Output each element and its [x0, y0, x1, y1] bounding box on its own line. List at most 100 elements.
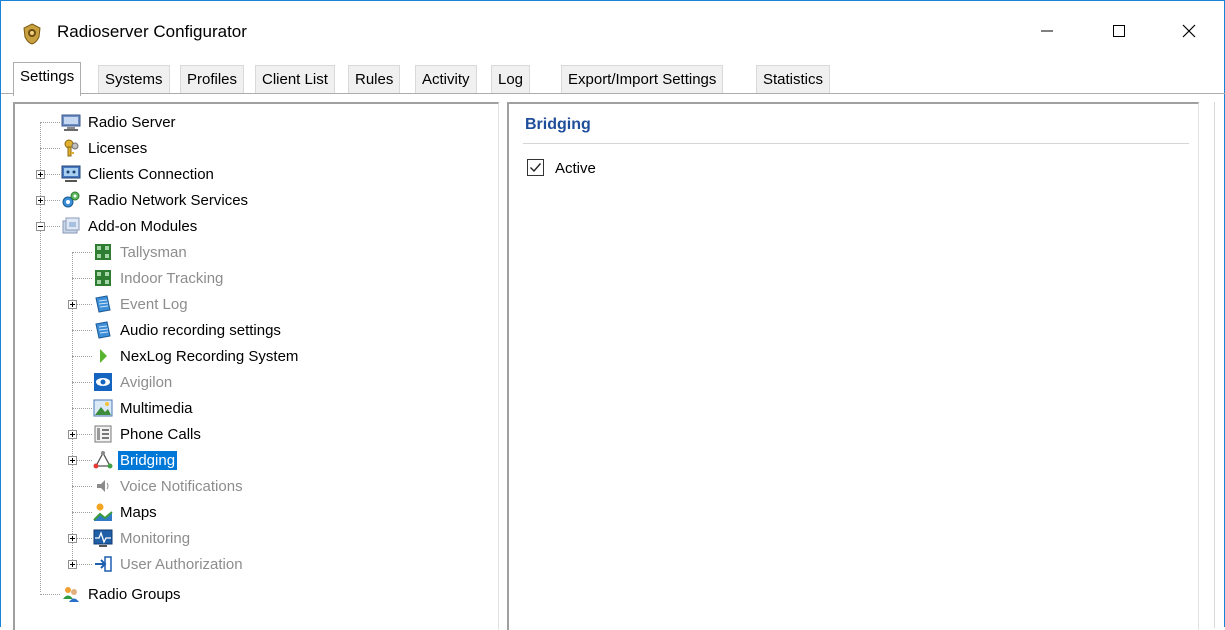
eye-icon [94, 373, 112, 391]
tree-item-bridging[interactable]: Bridging [93, 448, 178, 472]
expand-bridging[interactable] [68, 456, 77, 465]
tree-item-phone-calls[interactable]: Phone Calls [93, 422, 203, 446]
tree-item-add-on-modules[interactable]: Add-on Modules [61, 214, 199, 238]
tree-connector [72, 382, 92, 383]
expand-phone-calls[interactable] [68, 430, 77, 439]
tree-item-indoor-tracking[interactable]: Indoor Tracking [93, 266, 225, 290]
active-checkbox[interactable] [527, 159, 544, 176]
title-bar[interactable]: Radioserver Configurator [1, 1, 1224, 61]
tree-item-audio-recording-settings[interactable]: Audio recording settings [93, 318, 283, 342]
expand-event-log[interactable] [68, 300, 77, 309]
close-icon [1182, 24, 1196, 38]
tree-item-label: Multimedia [120, 399, 193, 417]
tree-item-label: Add-on Modules [88, 217, 198, 235]
network-icon [61, 165, 81, 182]
keys-icon [64, 139, 79, 157]
maximize-icon [1113, 25, 1125, 37]
tallysman-icon [95, 244, 111, 260]
tree-item-label: Monitoring [120, 529, 191, 547]
tab-strip: Settings Systems Profiles Client List Ru… [1, 61, 1224, 96]
expand-monitoring[interactable] [68, 534, 77, 543]
section-divider [523, 143, 1189, 144]
tree-connector [72, 252, 92, 253]
tree-item-avigilon[interactable]: Avigilon [93, 370, 174, 394]
tree-item-label: Event Log [120, 295, 188, 313]
tree-item-label: Avigilon [120, 373, 173, 391]
tree-item-label: Bridging [118, 450, 178, 470]
bridging-icon [93, 451, 113, 469]
audio-recording-icon [95, 321, 111, 339]
tree-item-label: Clients Connection [88, 165, 214, 183]
tree-connector [40, 122, 41, 592]
tab-settings[interactable]: Settings [13, 62, 82, 96]
tree-connector [72, 278, 92, 279]
tree-connector [77, 304, 92, 305]
window-title: Radioserver Configurator [57, 22, 247, 41]
tree-connector [72, 408, 92, 409]
app-window: Radioserver Configurator Settings System… [0, 0, 1225, 630]
tree-connector [72, 486, 92, 487]
tree-connector [77, 538, 92, 539]
expand-clients-connection[interactable] [36, 170, 45, 179]
tree-item-radio-groups[interactable]: Radio Groups [61, 582, 183, 606]
tab-activity[interactable]: Activity [415, 65, 477, 93]
expand-radio-network-services[interactable] [36, 196, 45, 205]
tree-item-user-authorization[interactable]: User Authorization [93, 552, 245, 576]
section-title: Bridging [525, 116, 591, 133]
tree-item-radio-network-services[interactable]: Radio Network Services [61, 188, 250, 212]
tree-item-label: User Authorization [120, 555, 243, 573]
tree-item-tallysman[interactable]: Tallysman [93, 240, 189, 264]
tree-item-event-log[interactable]: Event Log [93, 292, 190, 316]
tree-item-label: Radio Groups [88, 585, 181, 603]
tree-connector [77, 460, 92, 461]
tree-item-maps[interactable]: Maps [93, 500, 159, 524]
tab-export-import-settings[interactable]: Export/Import Settings [561, 65, 724, 93]
minimize-button[interactable] [1011, 1, 1083, 61]
nexlog-arrow-icon [100, 349, 107, 363]
tree-item-label: Audio recording settings [120, 321, 281, 339]
app-icon [23, 23, 41, 45]
tree-item-licenses[interactable]: Licenses [61, 136, 149, 160]
tree-connector [77, 434, 92, 435]
panel-edge [1214, 102, 1215, 628]
map-icon [93, 503, 113, 521]
close-button[interactable] [1153, 1, 1225, 61]
tree-connector [45, 226, 60, 227]
tree-item-monitoring[interactable]: Monitoring [93, 526, 192, 550]
tree-item-label: Radio Network Services [88, 191, 249, 209]
phone-icon [94, 425, 112, 443]
bridging-settings-panel: Bridging Active [507, 102, 1199, 630]
settings-content: Radio Server Licenses Clients Connection… [1, 94, 1224, 630]
tab-log[interactable]: Log [491, 65, 531, 93]
tab-rules[interactable]: Rules [348, 65, 401, 93]
monitoring-icon [93, 529, 113, 547]
tree-item-voice-notifications[interactable]: Voice Notifications [93, 474, 245, 498]
tree-connector [72, 356, 92, 357]
image-icon [93, 399, 113, 417]
tree-item-multimedia[interactable]: Multimedia [93, 396, 195, 420]
tree-item-label: Voice Notifications [120, 477, 243, 495]
tree-connector [40, 148, 60, 149]
speaker-icon [97, 480, 109, 492]
tree-item-nexlog-recording-system[interactable]: NexLog Recording System [93, 344, 300, 368]
modules-icon [62, 217, 80, 234]
expand-user-authorization[interactable] [68, 560, 77, 569]
tree-item-label: Radio Server [88, 113, 176, 131]
tab-client-list[interactable]: Client List [255, 65, 335, 93]
tree-connector [77, 564, 92, 565]
maximize-button[interactable] [1083, 1, 1155, 61]
active-checkbox-label[interactable]: Active [555, 160, 596, 177]
tree-connector [45, 174, 60, 175]
tree-item-clients-connection[interactable]: Clients Connection [61, 162, 216, 186]
settings-tree[interactable]: Radio Server Licenses Clients Connection… [13, 102, 499, 630]
event-log-icon [95, 295, 111, 313]
tab-profiles[interactable]: Profiles [180, 65, 245, 93]
tree-connector [45, 200, 60, 201]
tree-item-radio-server[interactable]: Radio Server [61, 110, 178, 134]
server-icon [61, 114, 81, 131]
tab-statistics[interactable]: Statistics [756, 65, 831, 93]
collapse-add-on-modules[interactable] [36, 222, 45, 231]
checkmark-icon [530, 163, 542, 173]
tree-item-label: Indoor Tracking [120, 269, 224, 287]
tab-systems[interactable]: Systems [98, 65, 170, 93]
